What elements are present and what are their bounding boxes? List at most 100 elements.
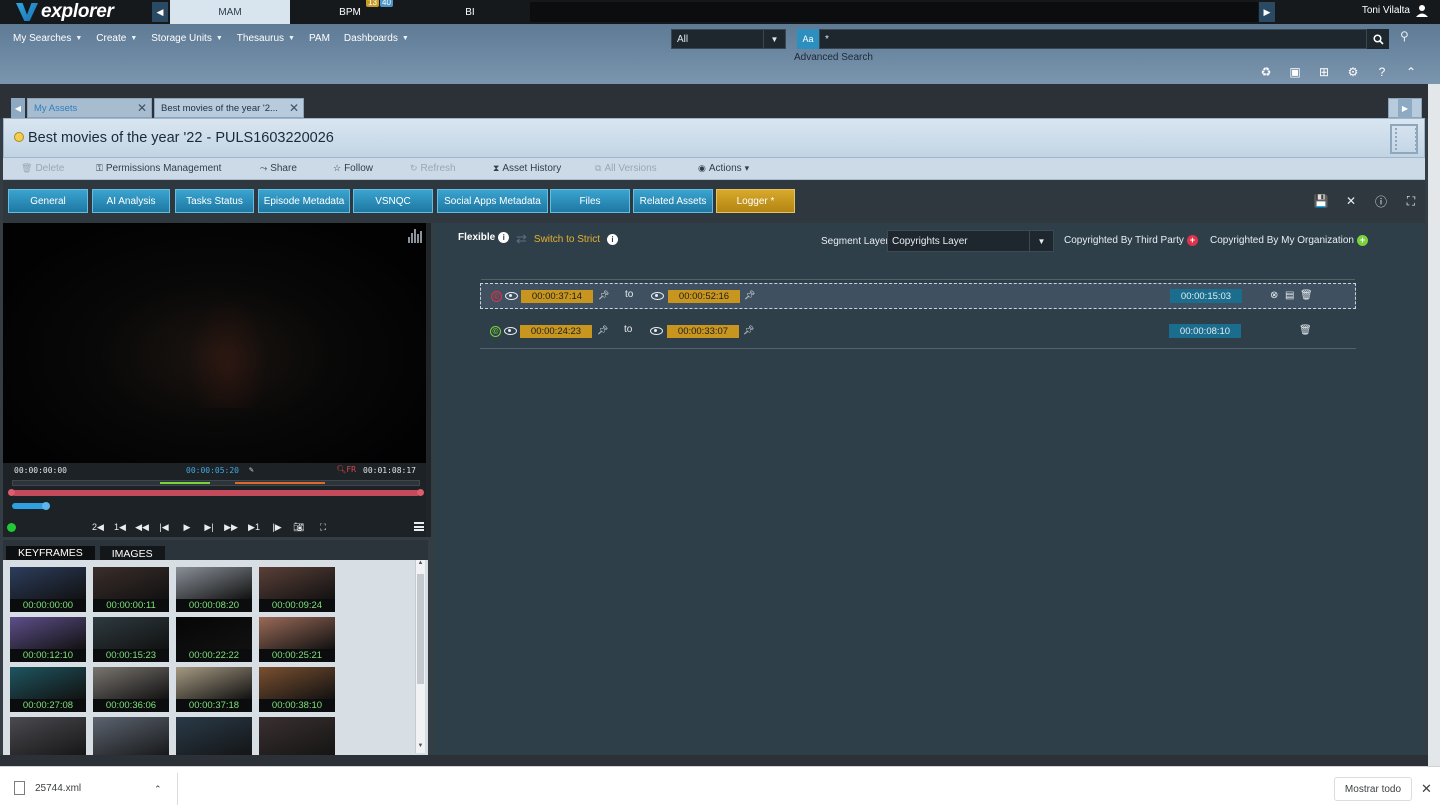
keyframe-thumbnail[interactable]: 00:00:27:08 (10, 667, 86, 712)
user-name[interactable]: Toni Vilalta (1362, 5, 1410, 16)
pencil-icon[interactable]: ✎ (249, 465, 254, 474)
explorer-logo[interactable]: explorer (16, 1, 114, 23)
menu-thesaurus[interactable]: Thesaurus ▼ (237, 33, 295, 44)
keyframe-thumbnail[interactable]: 00:00:36:06 (93, 667, 169, 712)
segment-track[interactable] (12, 480, 420, 486)
info-icon[interactable]: i (607, 233, 619, 245)
menu-storage-units[interactable]: Storage Units ▼ (151, 33, 223, 44)
refresh-button[interactable]: ↻ Refresh (410, 163, 456, 174)
segment-layer-select[interactable]: Copyrights Layer ▼ (887, 230, 1054, 252)
add-third-party-icon[interactable]: + (1186, 235, 1198, 246)
tab-vsnqc[interactable]: VSNQC (353, 189, 433, 213)
close-icon[interactable]: ✕ (137, 101, 147, 115)
asset-tabs-next[interactable]: ▶ (1398, 98, 1412, 118)
info-icon[interactable]: ⓘ (1373, 193, 1389, 209)
tab-files[interactable]: Files (550, 189, 630, 213)
scroll-down-icon[interactable]: ▼ (416, 743, 425, 753)
audio-levels-icon[interactable] (408, 229, 422, 243)
follow-button[interactable]: ☆ Follow (333, 163, 373, 174)
permissions-management-button[interactable]: ⚿ Permissions Management (96, 163, 221, 174)
page-scrollbar[interactable] (1428, 84, 1440, 766)
help-icon[interactable]: ? (1372, 64, 1392, 80)
add-my-org-icon[interactable]: + (1356, 235, 1368, 246)
keyframe-thumbnail[interactable]: 00:00:12:10 (10, 617, 86, 662)
previous-frame-button[interactable]: |◀ (155, 520, 173, 534)
tab-ai-analysis[interactable]: AI Analysis (92, 189, 170, 213)
all-versions-button[interactable]: ⧉ All Versions (595, 163, 657, 174)
timecode-current[interactable]: 00:00:05:20 (186, 466, 239, 475)
module-tab-bpm[interactable]: BPM 13 40 (290, 0, 410, 24)
tab-general[interactable]: General (8, 189, 88, 213)
tab-related-assets[interactable]: Related Assets (633, 189, 713, 213)
keyframe-thumbnail[interactable]: 00:00:37:18 (176, 667, 252, 712)
timeline-scrubber[interactable] (8, 489, 424, 496)
bag-icon[interactable]: ▣ (1285, 64, 1305, 80)
zoom-icon[interactable]: 🔍︎FR (336, 465, 356, 474)
step-back-1-button[interactable]: 1◀ (111, 520, 129, 534)
close-icon[interactable]: ✕ (1421, 781, 1432, 797)
trash-icon[interactable]: 🗑 (1299, 325, 1312, 336)
pin-icon[interactable]: 📌︎ (744, 290, 755, 301)
search-icon[interactable] (1367, 29, 1389, 49)
show-all-button[interactable]: Mostrar todo (1334, 777, 1412, 801)
modules-next-button[interactable]: ▶ (1259, 2, 1275, 22)
camera-icon[interactable]: 📷︎ (290, 520, 308, 534)
menu-create[interactable]: Create ▼ (96, 33, 137, 44)
delete-button[interactable]: 🗑 Delete (21, 163, 64, 174)
tab-logger[interactable]: Logger * (716, 189, 795, 213)
close-icon[interactable]: ✕ (289, 101, 299, 115)
module-tab-mam[interactable]: MAM (170, 0, 290, 24)
asset-tab-current[interactable]: Best movies of the year '2... ✕ (154, 98, 304, 118)
pin-icon[interactable]: 📌︎ (597, 325, 608, 336)
hierarchy-icon[interactable]: ⊞ (1314, 64, 1334, 80)
menu-my-searches[interactable]: My Searches ▼ (13, 33, 82, 44)
panel-splitter[interactable] (426, 223, 431, 537)
keyframes-scrollbar[interactable]: ▲ ▼ (415, 560, 425, 753)
remove-icon[interactable]: ⊗ (1270, 290, 1278, 301)
menu-pam[interactable]: PAM (309, 33, 330, 44)
recycle-icon[interactable]: ♻ (1256, 64, 1276, 80)
keyframe-thumbnail[interactable]: 00:00:22:22 (176, 617, 252, 662)
keyframe-thumbnail[interactable]: 00:00:09:24 (259, 567, 335, 612)
tab-episode-metadata[interactable]: Episode Metadata (258, 189, 350, 213)
advanced-search-link[interactable]: Advanced Search (794, 52, 873, 63)
scroll-up-icon[interactable]: ▲ (416, 560, 425, 570)
pin-icon[interactable]: 📌︎ (598, 290, 609, 301)
search-scope-select[interactable]: All ▼ (671, 29, 786, 49)
keyframe-thumbnail[interactable]: 00:00:00:00 (10, 567, 86, 612)
segment-out-timecode[interactable]: 00:00:33:07 (667, 325, 739, 338)
gear-icon[interactable]: ⚙ (1343, 64, 1363, 80)
pin-icon[interactable]: ⚲ (1400, 29, 1409, 43)
trash-icon[interactable]: 🗑 (1300, 290, 1313, 301)
eye-icon[interactable] (505, 292, 518, 300)
playback-handle[interactable] (42, 502, 50, 510)
keyframe-thumbnail[interactable]: 00:00:08:20 (176, 567, 252, 612)
save-icon[interactable]: 💾 (1313, 193, 1329, 209)
search-input[interactable] (819, 29, 1367, 49)
rewind-button[interactable]: ◀◀ (133, 520, 151, 534)
next-frame-button[interactable]: ▶| (200, 520, 218, 534)
fast-forward-button[interactable]: ▶▶ (222, 520, 240, 534)
close-icon[interactable]: ✕ (1343, 193, 1359, 209)
chevron-up-icon[interactable]: ⌃ (1401, 64, 1421, 80)
step-forward-2-button[interactable]: |▶ (268, 520, 286, 534)
match-case-button[interactable]: Aa (797, 29, 819, 49)
video-frame[interactable] (3, 223, 428, 463)
tab-keyframes[interactable]: KEYFRAMES (6, 546, 95, 561)
switch-to-strict-link[interactable]: ⇄ Switch to Strict i (516, 231, 619, 247)
segment-in-timecode[interactable]: 00:00:37:14 (521, 290, 593, 303)
eye-icon[interactable] (504, 327, 517, 335)
download-item[interactable]: 25744.xml (14, 781, 81, 795)
tab-social-apps-metadata[interactable]: Social Apps Metadata (437, 189, 548, 213)
asset-tabs-prev[interactable]: ◀ (11, 98, 25, 118)
tab-images[interactable]: IMAGES (99, 546, 165, 561)
keyframe-thumbnail[interactable]: 00:00:38:10 (259, 667, 335, 712)
user-icon[interactable] (1416, 4, 1428, 18)
segment-in-timecode[interactable]: 00:00:24:23 (520, 325, 592, 338)
asset-tab-my-assets[interactable]: My Assets ✕ (27, 98, 152, 118)
eye-icon[interactable] (651, 292, 664, 300)
segment-out-timecode[interactable]: 00:00:52:16 (668, 290, 740, 303)
segment-row[interactable]: © 00:00:37:14 📌︎ to 00:00:52:16 📌︎ 00:00… (480, 279, 1356, 309)
module-tab-bi[interactable]: BI (410, 0, 530, 24)
step-forward-1-button[interactable]: ▶1 (245, 520, 263, 534)
